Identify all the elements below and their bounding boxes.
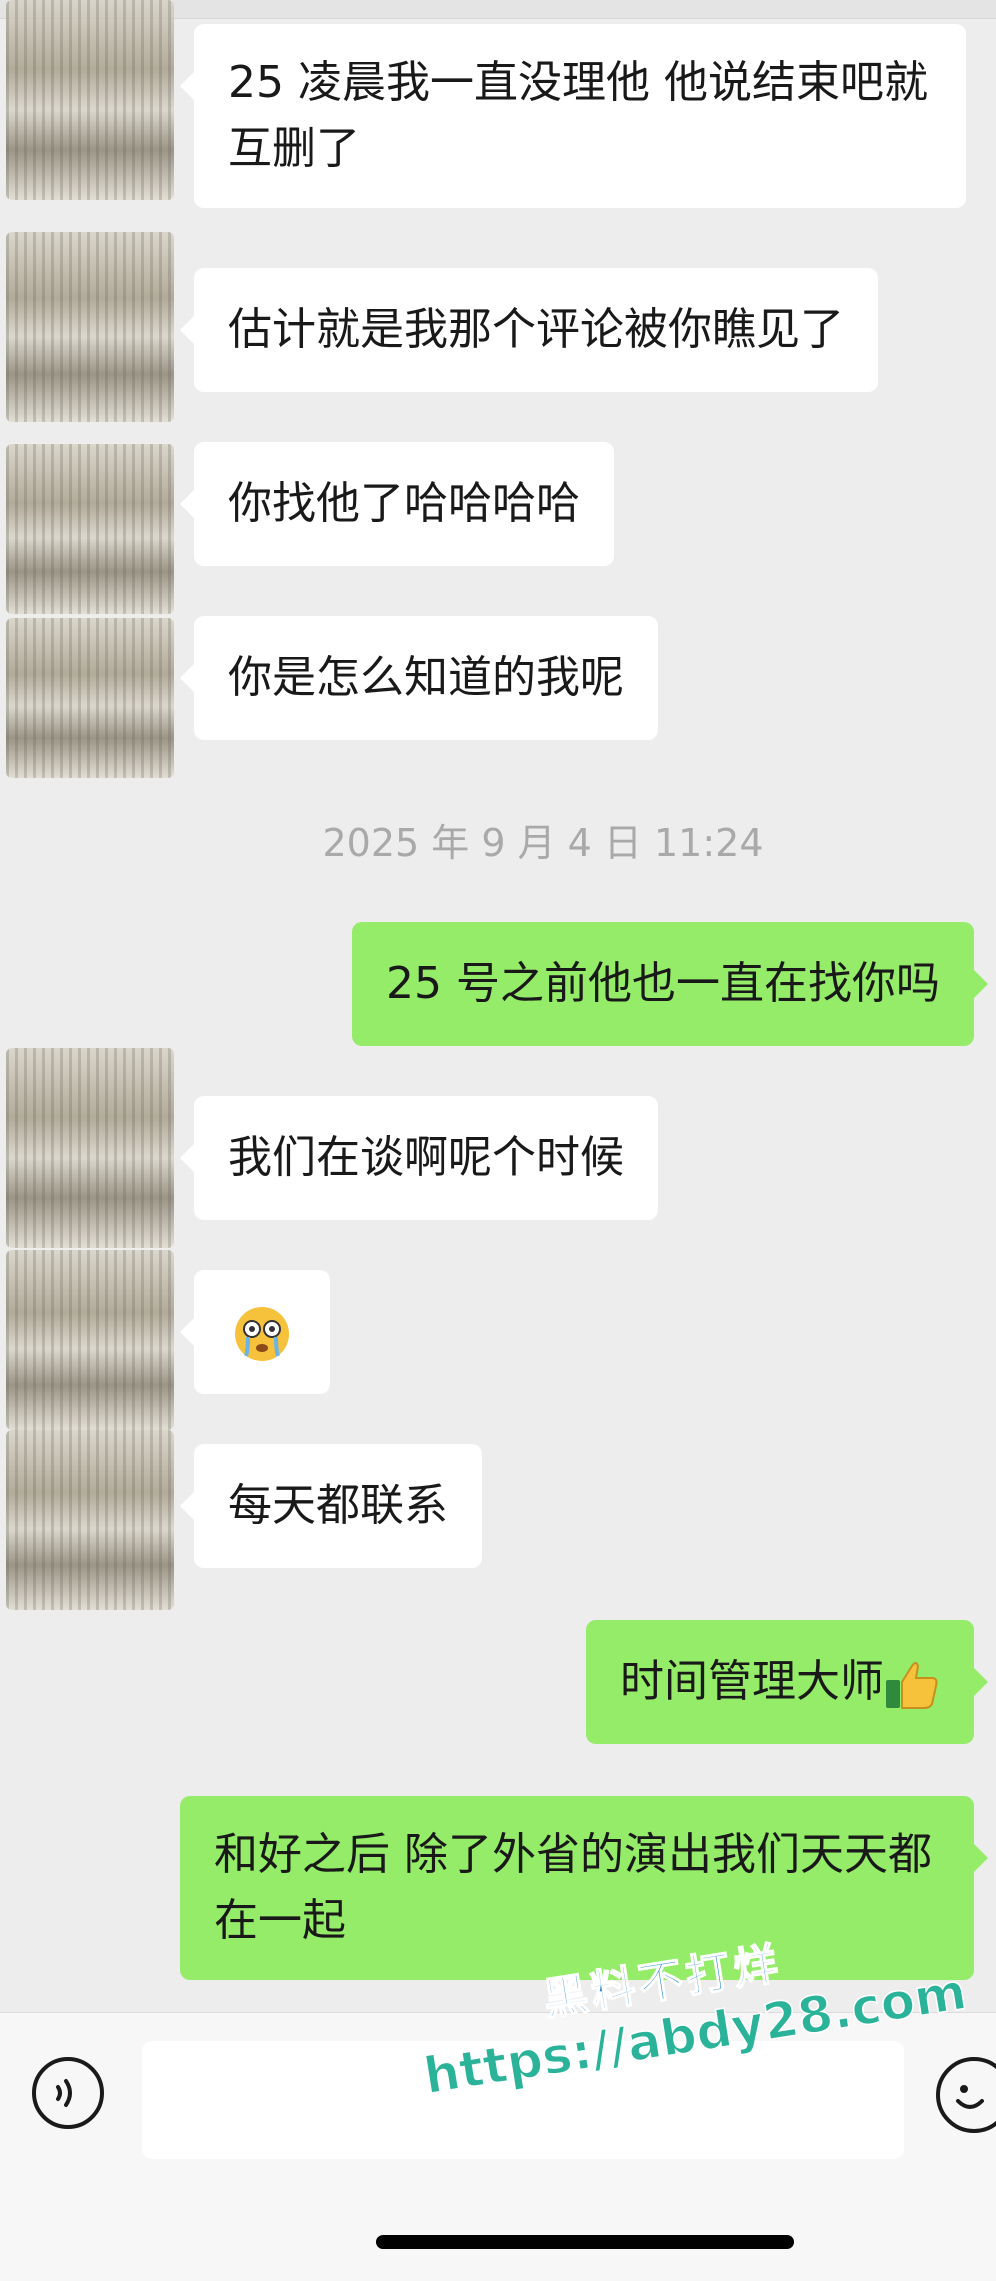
smiley-icon-glyph [956, 2085, 984, 2109]
crying-face-emoji [235, 1307, 289, 1361]
message-bubble[interactable]: 你是怎么知道的我呢 [180, 616, 658, 740]
message-text: 时间管理大师 [620, 1656, 884, 1707]
message-bubble[interactable]: 和好之后 除了外省的演出我们天天都在一起 [180, 1796, 988, 1980]
message-bubble[interactable]: 估计就是我那个评论被你瞧见了 [180, 268, 878, 392]
message-bubble[interactable]: 25 凌晨我一直没理他 他说结束吧就互删了 [180, 24, 966, 208]
avatar[interactable] [6, 444, 174, 614]
message-bubble[interactable]: 时间管理大师 [586, 1620, 988, 1744]
avatar[interactable] [6, 1430, 174, 1610]
home-indicator [376, 2235, 794, 2249]
avatar[interactable] [6, 232, 174, 422]
chat-area[interactable]: 25 凌晨我一直没理他 他说结束吧就互删了 估计就是我那个评论被你瞧见了 你找他… [0, 0, 996, 2012]
avatar[interactable] [6, 0, 174, 200]
message-bubble[interactable]: 你找他了哈哈哈哈 [180, 442, 614, 566]
smiley-icon[interactable] [936, 2057, 996, 2133]
avatar[interactable] [6, 1250, 174, 1430]
message-bubble[interactable]: 25 号之前他也一直在找你吗 [352, 922, 988, 1046]
avatar[interactable] [6, 1048, 174, 1248]
message-input[interactable] [142, 2041, 904, 2159]
input-bar [0, 2012, 996, 2281]
message-bubble[interactable] [180, 1270, 330, 1394]
voice-icon-glyph [56, 2079, 72, 2107]
avatar[interactable] [6, 618, 174, 778]
voice-icon[interactable] [32, 2057, 104, 2129]
message-bubble[interactable]: 每天都联系 [180, 1444, 482, 1568]
message-bubble[interactable]: 我们在谈啊呢个时候 [180, 1096, 658, 1220]
thumbs-up-emoji [886, 1662, 938, 1709]
timestamp: 2025 年 9 月 4 日 11:24 [322, 821, 764, 865]
